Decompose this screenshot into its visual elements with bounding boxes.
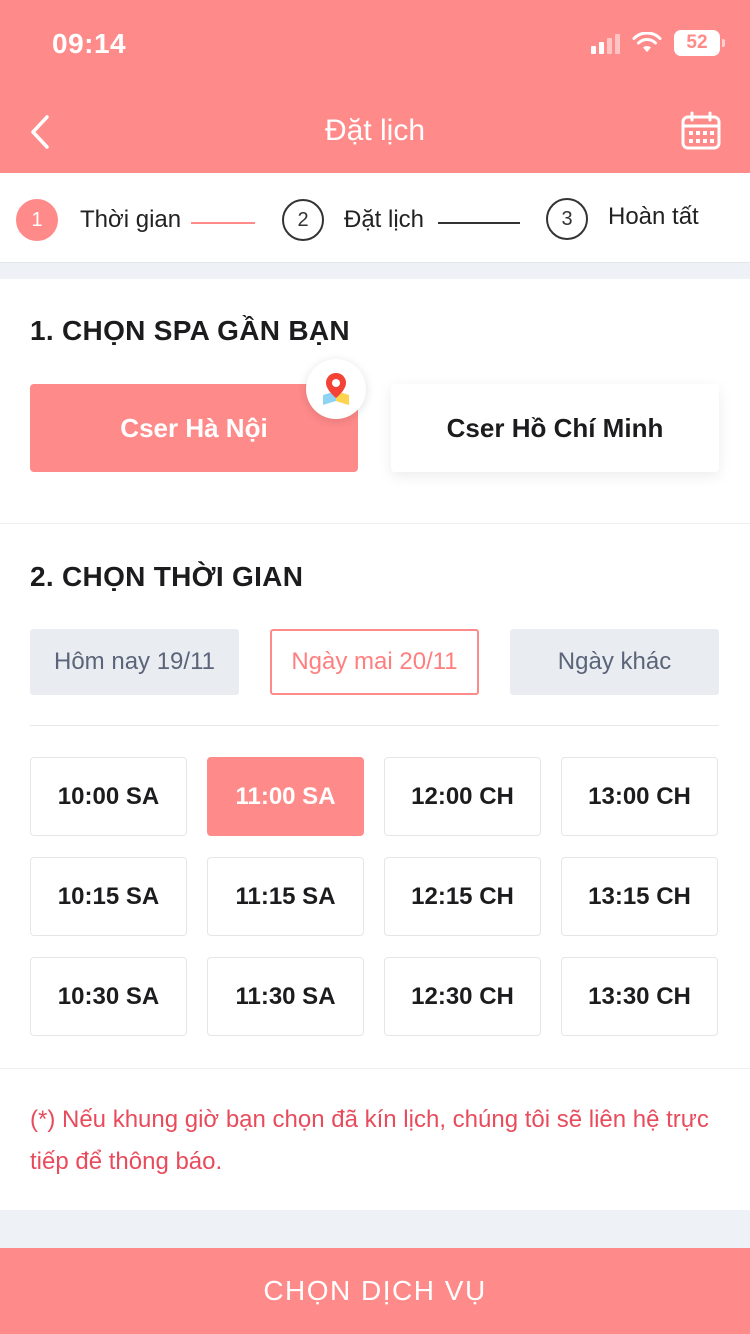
progress-stepper: 1 Thời gian 2 Đặt lịch 3 Hoàn tất [0,173,750,263]
time-slot[interactable]: 11:30 SA [207,957,364,1036]
step-label: Hoàn tất [608,203,699,230]
step-label: Đặt lịch [344,206,425,233]
divider [30,725,719,726]
step-time: 1 Thời gian [16,199,181,241]
section-title: 2. CHỌN THỜI GIAN [30,561,304,592]
time-slot[interactable]: 10:00 SA [30,757,187,836]
time-slot-grid: 10:00 SA 11:00 SA 12:00 CH 13:00 CH 10:1… [30,757,720,1036]
status-icons: 52 [591,30,725,56]
section-title: 1. CHỌN SPA GẦN BẠN [30,315,350,346]
date-tomorrow[interactable]: Ngày mai 20/11 [270,629,479,695]
availability-note: (*) Nếu khung giờ bạn chọn đã kín lịch, … [30,1106,709,1175]
signal-icon [591,32,620,54]
map-pin-badge [306,359,366,419]
status-time: 09:14 [52,28,127,59]
step-connector [438,222,520,224]
spa-section: 1. CHỌN SPA GẦN BẠN Cser Hà Nội Cser Hồ … [0,279,750,524]
spa-option-hcm[interactable]: Cser Hồ Chí Minh [391,384,719,472]
time-slot[interactable]: 10:15 SA [30,857,187,936]
step-number: 2 [282,199,324,241]
time-slot[interactable]: 13:00 CH [561,757,718,836]
step-booking: 2 Đặt lịch [282,199,424,241]
time-slot[interactable]: 11:15 SA [207,857,364,936]
calendar-icon [681,111,721,150]
battery-indicator: 52 [674,30,725,56]
calendar-button[interactable] [680,110,722,152]
date-today[interactable]: Hôm nay 19/11 [30,629,239,695]
time-slot[interactable]: 12:15 CH [384,857,541,936]
note-section: (*) Nếu khung giờ bạn chọn đã kín lịch, … [0,1069,750,1210]
wifi-icon [632,32,662,52]
date-other[interactable]: Ngày khác [510,629,719,695]
time-slot[interactable]: 13:15 CH [561,857,718,936]
step-number: 3 [546,198,588,240]
time-slot[interactable]: 13:30 CH [561,957,718,1036]
time-slot[interactable]: 10:30 SA [30,957,187,1036]
step-label: Thời gian [80,206,182,233]
page-title: Đặt lịch [324,114,426,147]
time-slot[interactable]: 11:00 SA [207,757,364,836]
step-complete: 3 Hoàn tất [546,198,699,240]
choose-service-button[interactable]: CHỌN DỊCH VỤ [0,1248,750,1334]
map-pin-icon [323,373,349,405]
time-slot[interactable]: 12:30 CH [384,957,541,1036]
app-header: 09:14 52 Đặt lịch [0,0,750,173]
time-section: 2. CHỌN THỜI GIAN Hôm nay 19/11 Ngày mai… [0,524,750,1069]
step-connector [191,222,255,224]
time-slot[interactable]: 12:00 CH [384,757,541,836]
step-number: 1 [16,199,58,241]
